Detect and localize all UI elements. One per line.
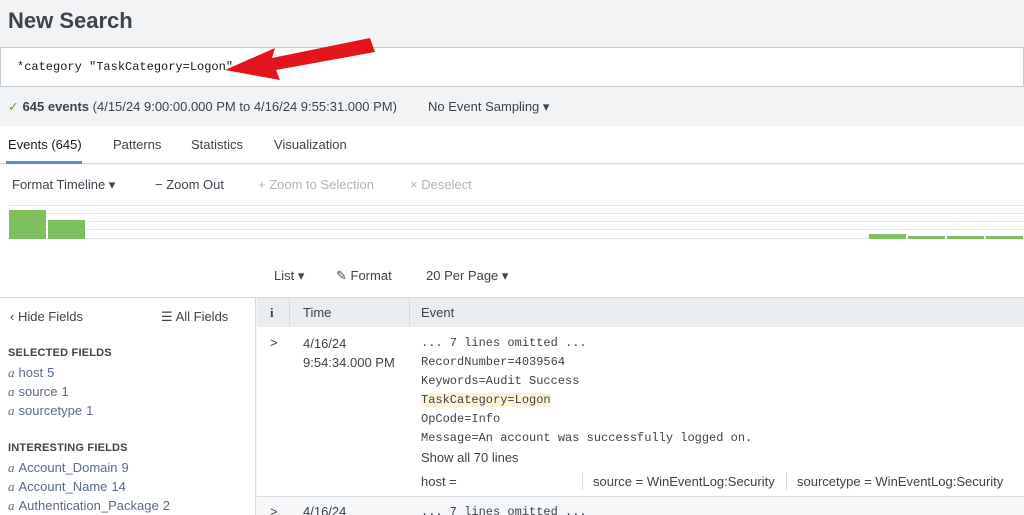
event-line: ... 7 lines omitted ... — [421, 505, 587, 515]
info-column-header: i — [270, 305, 274, 320]
tab-visualization[interactable]: Visualization — [274, 137, 347, 152]
time-column-header[interactable]: Time — [303, 305, 331, 320]
list-view-dropdown[interactable]: List ▾ — [274, 268, 304, 284]
hide-fields-button[interactable]: ‹ Hide Fields — [10, 309, 83, 324]
tab-statistics[interactable]: Statistics — [191, 137, 243, 152]
field-sourcetype[interactable]: a sourcetype 1 — [8, 403, 93, 419]
pencil-icon: ✎ — [336, 268, 351, 283]
source-field-value[interactable]: source = WinEventLog:Security — [593, 474, 775, 489]
event-sampling-dropdown[interactable]: No Event Sampling ▾ — [428, 99, 549, 115]
timeline-chart[interactable] — [8, 205, 1024, 239]
timeline-bar[interactable] — [48, 220, 86, 239]
active-tab-indicator — [6, 161, 82, 164]
zoom-out-button[interactable]: − Zoom Out — [155, 177, 224, 192]
interesting-fields-heading: INTERESTING FIELDS — [8, 442, 128, 454]
timeline-bar[interactable] — [868, 234, 906, 239]
selected-fields-heading: SELECTED FIELDS — [8, 347, 112, 359]
host-field-value[interactable]: host = — [421, 474, 457, 489]
check-icon: ✓ — [8, 99, 19, 114]
expand-row-icon[interactable]: > — [270, 504, 278, 515]
all-fields-label: All Fields — [175, 309, 229, 324]
column-divider — [289, 297, 290, 327]
event-line: ... 7 lines omitted ... — [421, 336, 587, 350]
event-count: 645 events — [22, 99, 90, 114]
all-fields-button[interactable]: ☰ All Fields — [161, 309, 228, 325]
timeline-bar[interactable] — [9, 210, 47, 239]
format-timeline-button[interactable]: Format Timeline ▾ — [12, 177, 115, 193]
timeline-bar[interactable] — [985, 236, 1023, 239]
event-timestamp[interactable]: 4/16/24 9:54:34.000 PM — [303, 334, 395, 372]
red-arrow-annotation — [225, 38, 375, 80]
format-button[interactable]: ✎ Format — [336, 268, 392, 284]
event-date[interactable]: 4/16/24 — [303, 502, 346, 515]
timeline-bar[interactable] — [907, 236, 945, 239]
field-account-domain[interactable]: a Account_Domain 9 — [8, 460, 129, 476]
field-divider — [582, 472, 583, 490]
results-toolbar — [0, 245, 1024, 297]
event-time: 9:54:34.000 PM — [303, 355, 395, 370]
time-range: (4/15/24 9:00:00.000 PM to 4/16/24 9:55:… — [92, 99, 397, 114]
field-authentication-package[interactable]: a Authentication_Package 2 — [8, 498, 170, 514]
expand-row-icon[interactable]: > — [270, 335, 278, 350]
per-page-dropdown[interactable]: 20 Per Page ▾ — [426, 268, 508, 284]
timeline-bar[interactable] — [946, 236, 984, 239]
search-query-text[interactable]: *category "TaskCategory=Logon" — [17, 60, 233, 74]
field-host[interactable]: a host 5 — [8, 365, 54, 381]
zoom-to-selection-button[interactable]: + Zoom to Selection — [258, 177, 374, 192]
deselect-button[interactable]: × Deselect — [410, 177, 472, 192]
field-source[interactable]: a source 1 — [8, 384, 69, 400]
tab-events[interactable]: Events (645) — [8, 137, 82, 152]
event-line-highlighted[interactable]: TaskCategory=Logon — [421, 393, 551, 407]
tab-patterns[interactable]: Patterns — [113, 137, 161, 152]
event-line[interactable]: Message=An account was successfully logg… — [421, 431, 752, 445]
event-line[interactable]: RecordNumber=4039564 — [421, 355, 565, 369]
events-table-header — [257, 297, 1024, 327]
format-label: Format — [350, 268, 392, 283]
chevron-left-icon: ‹ — [10, 309, 18, 324]
column-divider — [409, 297, 410, 327]
search-input[interactable]: *category "TaskCategory=Logon" — [0, 47, 1024, 87]
show-all-lines-link[interactable]: Show all 70 lines — [421, 450, 519, 465]
event-date: 4/16/24 — [303, 336, 347, 351]
table-row — [257, 497, 1024, 515]
page-title: New Search — [8, 8, 133, 33]
field-divider — [786, 472, 787, 490]
results-status: ✓ 645 events (4/15/24 9:00:00.000 PM to … — [8, 99, 397, 115]
event-line[interactable]: OpCode=Info — [421, 412, 500, 426]
list-icon: ☰ — [161, 309, 176, 324]
hide-fields-label: Hide Fields — [17, 309, 83, 324]
event-column-header: Event — [421, 305, 455, 320]
event-line[interactable]: Keywords=Audit Success — [421, 374, 579, 388]
field-account-name[interactable]: a Account_Name 14 — [8, 479, 126, 495]
sourcetype-field-value[interactable]: sourcetype = WinEventLog:Security — [797, 474, 1003, 489]
